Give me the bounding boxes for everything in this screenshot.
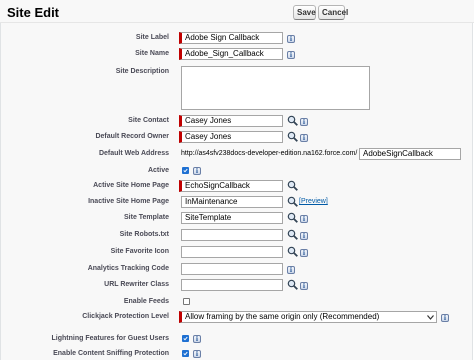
inactive-site-home-page-input[interactable]: InMaintenance bbox=[181, 196, 283, 208]
site-label-label: Site Label bbox=[135, 34, 169, 41]
active-site-home-page-input[interactable]: EchoSignCallback bbox=[179, 180, 283, 192]
page-title: Site Edit bbox=[7, 5, 60, 20]
default-web-address-label: Default Web Address bbox=[98, 150, 169, 157]
lookup-magnifier-icon[interactable] bbox=[287, 246, 298, 257]
checkmark-icon bbox=[183, 336, 188, 341]
web-address-suffix-input[interactable]: AdobeSignCallback bbox=[359, 148, 461, 160]
site-name-label: Site Name bbox=[135, 50, 169, 57]
default-record-owner-input[interactable]: Casey Jones bbox=[179, 131, 283, 143]
site-favorite-icon-label: Site Favorite Icon bbox=[110, 248, 169, 255]
lightning-features-guest-checkbox[interactable] bbox=[182, 335, 189, 342]
info-icon[interactable]: i bbox=[441, 314, 449, 322]
enable-feeds-label: Enable Feeds bbox=[123, 298, 169, 305]
lookup-magnifier-icon[interactable] bbox=[287, 131, 298, 142]
info-icon[interactable]: i bbox=[193, 167, 201, 175]
info-icon[interactable]: i bbox=[193, 350, 201, 358]
clickjack-protection-level-label: Clickjack Protection Level bbox=[82, 313, 169, 320]
inactive-site-home-page-label: Inactive Site Home Page bbox=[88, 198, 169, 205]
site-robots-label: Site Robots.txt bbox=[119, 231, 169, 238]
lookup-magnifier-icon[interactable] bbox=[287, 180, 298, 191]
info-icon[interactable]: i bbox=[300, 282, 308, 290]
web-address-prefix: http://as4sfv238docs-developer-edition.n… bbox=[181, 150, 358, 157]
analytics-tracking-code-input[interactable] bbox=[181, 263, 283, 275]
page-header: Site Edit Save Cancel bbox=[0, 0, 474, 23]
lookup-magnifier-icon[interactable] bbox=[287, 279, 298, 290]
cancel-button[interactable]: Cancel bbox=[318, 5, 348, 20]
analytics-tracking-code-label: Analytics Tracking Code bbox=[87, 265, 169, 272]
checkmark-icon bbox=[183, 351, 188, 356]
site-template-label: Site Template bbox=[124, 214, 169, 221]
info-icon[interactable]: i bbox=[300, 249, 308, 257]
active-checkbox[interactable] bbox=[182, 167, 189, 174]
site-contact-label: Site Contact bbox=[128, 117, 169, 124]
lookup-magnifier-icon[interactable] bbox=[287, 115, 298, 126]
content-sniffing-protection-checkbox[interactable] bbox=[182, 350, 189, 357]
default-record-owner-label: Default Record Owner bbox=[95, 133, 169, 140]
info-icon[interactable]: i bbox=[287, 266, 295, 274]
clickjack-selected-value: Allow framing by the same origin only (R… bbox=[185, 312, 380, 321]
lookup-magnifier-icon[interactable] bbox=[287, 212, 298, 223]
site-contact-input[interactable]: Casey Jones bbox=[179, 115, 283, 127]
clickjack-protection-select[interactable]: Allow framing by the same origin only (R… bbox=[179, 311, 437, 323]
info-icon[interactable]: i bbox=[300, 232, 308, 240]
enable-feeds-checkbox[interactable] bbox=[183, 298, 190, 305]
checkmark-icon bbox=[183, 168, 188, 173]
url-rewriter-class-label: URL Rewriter Class bbox=[104, 281, 169, 288]
chevron-down-icon bbox=[427, 315, 434, 320]
site-label-input[interactable]: Adobe Sign Callback bbox=[179, 32, 283, 44]
lightning-features-guest-label: Lightning Features for Guest Users bbox=[51, 335, 169, 342]
active-site-home-page-label: Active Site Home Page bbox=[93, 182, 169, 189]
content-sniffing-protection-label: Enable Content Sniffing Protection bbox=[53, 350, 169, 357]
info-icon[interactable]: i bbox=[300, 118, 308, 126]
info-icon[interactable]: i bbox=[193, 335, 201, 343]
site-name-input[interactable]: Adobe_Sign_Callback bbox=[179, 48, 283, 60]
site-template-input[interactable]: SiteTemplate bbox=[181, 212, 283, 224]
info-icon[interactable]: i bbox=[287, 51, 295, 59]
site-favorite-icon-input[interactable] bbox=[181, 246, 283, 258]
site-description-textarea[interactable] bbox=[181, 66, 370, 110]
lookup-magnifier-icon[interactable] bbox=[287, 229, 298, 240]
url-rewriter-class-input[interactable] bbox=[181, 279, 283, 291]
save-button[interactable]: Save bbox=[293, 5, 316, 20]
active-label: Active bbox=[147, 167, 169, 174]
site-description-label: Site Description bbox=[115, 68, 169, 75]
info-icon[interactable]: i bbox=[287, 35, 295, 43]
site-robots-input[interactable] bbox=[181, 229, 283, 241]
info-icon[interactable]: i bbox=[300, 215, 308, 223]
lookup-magnifier-icon[interactable] bbox=[287, 196, 298, 207]
info-icon[interactable]: i bbox=[300, 134, 308, 142]
preview-link[interactable]: [Preview] bbox=[299, 198, 328, 205]
